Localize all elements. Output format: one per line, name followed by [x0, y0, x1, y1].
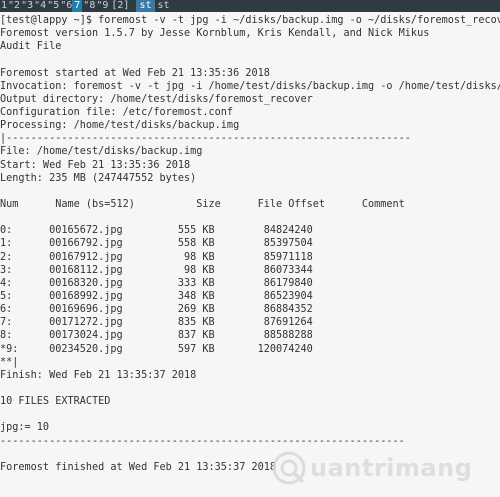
terminal-line: **|	[0, 356, 19, 368]
watermark-logo-icon	[272, 451, 306, 485]
window-tab-6[interactable]: "6	[59, 0, 72, 12]
terminal-line: Foremost started at Wed Feb 21 13:35:36 …	[0, 67, 270, 79]
terminal-line: Configuration file: /etc/foremost.conf	[0, 106, 234, 118]
watermark-text: uantrimang	[310, 454, 473, 482]
watermark: uantrimang	[272, 448, 482, 488]
pane-count: [2]	[111, 0, 130, 11]
terminal-line: 3: 00168112.jpg 98 KB 86073344	[0, 264, 313, 276]
terminal-line: |---------------------------------------…	[0, 133, 411, 145]
terminal-line: [test@lappy ~]$ foremost -v -t jpg -i ~/…	[0, 15, 500, 26]
session-tab-st-1[interactable]: st	[136, 0, 155, 12]
terminal-line: Num Name (bs=512) Size File Offset Comme…	[0, 198, 405, 210]
terminal-line: Finish: Wed Feb 21 13:35:37 2018	[0, 369, 197, 381]
terminal-line: Invocation: foremost -v -t jpg -i /home/…	[0, 80, 500, 92]
window-tab-3[interactable]: "3	[20, 0, 33, 12]
terminal-line: Processing: /home/test/disks/backup.img	[0, 120, 240, 132]
session-tab-st-2[interactable]: st	[155, 0, 173, 12]
terminal-line: 4: 00168320.jpg 333 KB 86179840	[0, 277, 313, 289]
window-tab-5[interactable]: "5	[46, 0, 59, 12]
terminal-line: File: /home/test/disks/backup.img	[0, 146, 203, 158]
terminal-line: 7: 00171272.jpg 835 KB 87691264	[0, 317, 313, 329]
window-tab-9[interactable]: "9	[95, 0, 108, 12]
window-tab-1[interactable]: 1	[0, 0, 7, 12]
window-tab-2[interactable]: "2	[7, 0, 20, 12]
terminal-line: 5: 00168992.jpg 348 KB 86523904	[0, 290, 313, 302]
window-tab-7-active[interactable]: 7	[72, 0, 83, 12]
window-tab-4[interactable]: "4	[33, 0, 46, 12]
terminal-line: 0: 00165672.jpg 555 KB 84824240	[0, 225, 313, 237]
terminal-line: Foremost version 1.5.7 by Jesse Kornblum…	[0, 28, 430, 40]
tmux-status-bar: 1 "2 "3 "4 "5 "6 7 "8 "9 [2] st st	[0, 0, 500, 12]
terminal-line: 1: 00166792.jpg 558 KB 85397504	[0, 238, 313, 250]
terminal-line: 10 FILES EXTRACTED	[0, 396, 111, 408]
terminal-line: 6: 00169696.jpg 269 KB 86884352	[0, 304, 313, 316]
terminal-line: 2: 00167912.jpg 98 KB 85971118	[0, 251, 313, 263]
terminal-line: Length: 235 MB (247447552 bytes)	[0, 172, 197, 184]
window-tab-8[interactable]: "8	[82, 0, 95, 12]
terminal-line: ----------------------------------------…	[0, 435, 405, 447]
terminal-line: Output directory: /home/test/disks/forem…	[0, 93, 313, 105]
terminal-line: 8: 00173024.jpg 837 KB 88588288	[0, 330, 313, 342]
terminal-line: jpg:= 10	[0, 422, 50, 434]
terminal-line: Start: Wed Feb 21 13:35:36 2018	[0, 159, 191, 171]
terminal-output[interactable]: [test@lappy ~]$ foremost -v -t jpg -i ~/…	[0, 14, 500, 474]
terminal-line: Audit File	[0, 41, 62, 53]
terminal-line: *9: 00234520.jpg 597 KB 120074240	[0, 343, 313, 355]
